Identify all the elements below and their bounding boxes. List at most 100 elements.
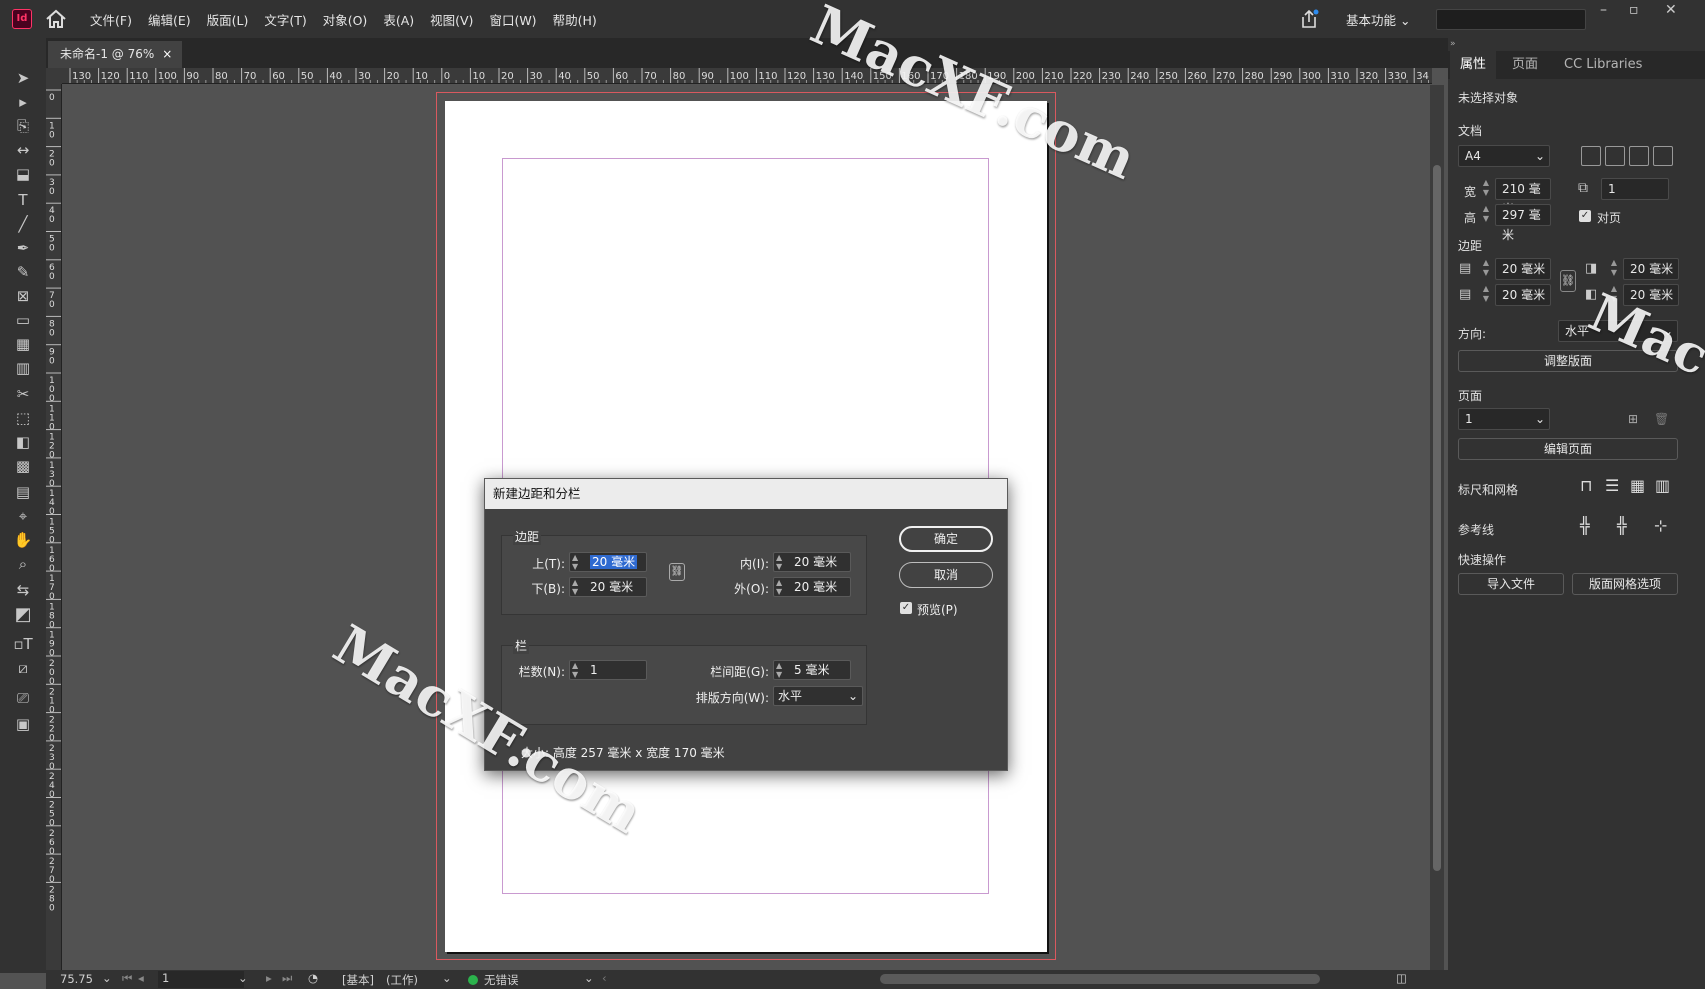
scroll-left-icon[interactable]: ‹	[602, 971, 607, 985]
stepper-icon[interactable]: ▲ ▼	[572, 553, 578, 571]
stepper-icon[interactable]: ▲ ▼	[776, 553, 782, 571]
auto-size-icon[interactable]	[1581, 146, 1601, 166]
margin-bottom-stepper[interactable]: ▲ ▼	[1479, 284, 1493, 306]
ok-button[interactable]: 确定	[899, 526, 993, 552]
default-colors-icon[interactable]: ⇆	[12, 580, 34, 600]
hand-tool-icon[interactable]: ✋	[12, 530, 34, 550]
menu-window[interactable]: 窗口(W)	[481, 10, 544, 29]
minimize-icon[interactable]: –	[1600, 2, 1607, 18]
link-margins-icon[interactable]: ⛓	[669, 563, 685, 581]
eyedropper-tool-icon[interactable]: ⌖	[12, 506, 34, 526]
margin-inside-field[interactable]: 20 毫米	[1623, 258, 1679, 280]
table-tool-icon[interactable]: ▦	[12, 334, 34, 354]
note-tool-icon[interactable]: ▤	[12, 482, 34, 502]
landscape-icon[interactable]	[1653, 146, 1673, 166]
margin-top-stepper[interactable]: ▲ ▼	[1479, 258, 1493, 280]
margin-inside-input[interactable]: ▲ ▼ 20 毫米	[773, 552, 851, 572]
edit-page-button[interactable]: 编辑页面	[1458, 438, 1678, 460]
height-stepper[interactable]: ▲ ▼	[1479, 204, 1493, 226]
rectangle-tool-icon[interactable]: ▭	[12, 310, 34, 330]
pen-tool-icon[interactable]: ✒	[12, 238, 34, 258]
rectangle-frame-tool-icon[interactable]: ⊠	[12, 286, 34, 306]
next-page-icon[interactable]: ▸	[266, 971, 272, 985]
vertical-ruler[interactable]: 0102030405060708090100110120130140150160…	[46, 84, 62, 970]
tab-properties[interactable]: 属性	[1450, 51, 1497, 79]
lock-guides-icon[interactable]: ╬	[1617, 516, 1627, 535]
column-count-input[interactable]: ▲ ▼ 1	[569, 660, 647, 680]
previous-page-icon[interactable]: ◂	[138, 971, 144, 985]
scissors-tool-icon[interactable]: ✂	[12, 384, 34, 404]
chevron-down-icon[interactable]: ⌄	[238, 971, 248, 985]
vertical-scroll-thumb[interactable]	[1433, 165, 1441, 871]
horizontal-scroll-thumb[interactable]	[880, 974, 1320, 984]
menu-edit[interactable]: 编辑(E)	[140, 10, 199, 29]
close-tab-icon[interactable]: ×	[162, 47, 172, 61]
adaptive-layout-icon[interactable]	[1605, 146, 1625, 166]
margin-bottom-field[interactable]: 20 毫米	[1495, 284, 1551, 306]
layout-grid-options-button[interactable]: 版面网格选项	[1572, 573, 1678, 595]
pages-count-field[interactable]: 1	[1601, 178, 1669, 200]
gap-tool-icon[interactable]: ↔	[12, 140, 34, 160]
stepper-icon[interactable]: ▲ ▼	[776, 661, 782, 679]
add-page-icon[interactable]: ⊞	[1628, 412, 1638, 426]
ruler-icon[interactable]: ⊓	[1580, 476, 1592, 495]
width-field[interactable]: 210 毫米	[1495, 178, 1551, 216]
horizontal-ruler[interactable]: 130 120 110 100 90 80 70 60 50 40 30 20 10 0 10 20 30 40 5…	[62, 68, 1432, 84]
apply-none-icon[interactable]: ⧄	[12, 658, 34, 678]
menu-view[interactable]: 视图(V)	[422, 10, 481, 29]
pencil-tool-icon[interactable]: ✎	[12, 262, 34, 282]
menu-layout[interactable]: 版面(L)	[199, 10, 257, 29]
document-grid-icon[interactable]: ▦	[1630, 476, 1645, 495]
line-tool-icon[interactable]: ╱	[12, 214, 34, 234]
screen-mode-icon[interactable]: ⎚	[12, 688, 34, 708]
margin-bottom-input[interactable]: ▲ ▼ 20 毫米	[569, 577, 647, 597]
show-guides-icon[interactable]: ╬	[1580, 516, 1590, 535]
share-icon[interactable]	[1298, 8, 1320, 30]
gutter-input[interactable]: ▲ ▼ 5 毫米	[773, 660, 851, 680]
grid-tool-icon[interactable]: ▥	[12, 358, 34, 378]
gradient-tool-icon[interactable]: ◧	[12, 432, 34, 452]
direct-selection-tool-icon[interactable]: ▸	[12, 92, 34, 112]
width-stepper[interactable]: ▲ ▼	[1479, 178, 1493, 200]
menu-file[interactable]: 文件(F)	[82, 10, 140, 29]
view-mode-icon[interactable]: ▣	[12, 714, 34, 734]
chevron-down-icon[interactable]: ⌄	[584, 971, 594, 985]
baseline-grid-icon[interactable]: ☰	[1605, 476, 1619, 495]
document-tab[interactable]: 未命名-1 @ 76% ×	[48, 41, 182, 68]
margin-inside-stepper[interactable]: ▲ ▼	[1607, 258, 1621, 280]
menu-help[interactable]: 帮助(H)	[545, 10, 605, 29]
type-tool-icon[interactable]: T	[12, 190, 34, 210]
selection-tool-icon[interactable]: ➤	[12, 68, 34, 88]
delete-page-icon[interactable]: 🗑	[1654, 412, 1669, 426]
page-tool-icon[interactable]: ⎘	[12, 116, 34, 136]
facing-pages-checkbox[interactable]: ✓	[1579, 210, 1591, 222]
maximize-icon[interactable]: ▫	[1629, 2, 1639, 18]
format-container-icon[interactable]: ▫T	[12, 634, 34, 654]
workspace-switcher[interactable]: 基本功能 ⌄	[1346, 10, 1410, 29]
zoom-level[interactable]: 75.75	[60, 972, 93, 986]
menu-type[interactable]: 文字(T)	[256, 10, 314, 29]
home-icon[interactable]	[44, 9, 68, 29]
master-indicator-icon[interactable]: ◔	[308, 971, 318, 985]
stepper-icon[interactable]: ▲ ▼	[572, 661, 578, 679]
content-collector-icon[interactable]: ⬓	[12, 164, 34, 184]
fill-stroke-swatch-icon[interactable]: ◩	[12, 605, 34, 625]
ruler-origin[interactable]	[46, 68, 62, 84]
layout-grid-icon[interactable]: ▥	[1655, 476, 1670, 495]
first-page-icon[interactable]: ⏮	[122, 971, 132, 986]
menu-table[interactable]: 表(A)	[375, 10, 422, 29]
menu-object[interactable]: 对象(O)	[315, 10, 376, 29]
current-page-select[interactable]: 1 ⌄	[1458, 408, 1550, 430]
stepper-icon[interactable]: ▲ ▼	[572, 578, 578, 596]
height-field[interactable]: 297 毫米	[1495, 204, 1551, 242]
last-page-icon[interactable]: ⏭	[282, 971, 292, 986]
tab-cc-libraries[interactable]: CC Libraries	[1554, 51, 1652, 79]
preview-checkbox[interactable]: ✓	[900, 602, 912, 614]
portrait-icon[interactable]	[1629, 146, 1649, 166]
link-margins-icon[interactable]: ⛓	[1560, 270, 1576, 292]
stepper-icon[interactable]: ▲ ▼	[776, 578, 782, 596]
split-view-icon[interactable]: ◫	[1396, 971, 1407, 985]
search-input[interactable]	[1436, 9, 1586, 30]
margin-outside-input[interactable]: ▲ ▼ 20 毫米	[773, 577, 851, 597]
smart-guides-icon[interactable]: ⊹	[1654, 516, 1667, 535]
